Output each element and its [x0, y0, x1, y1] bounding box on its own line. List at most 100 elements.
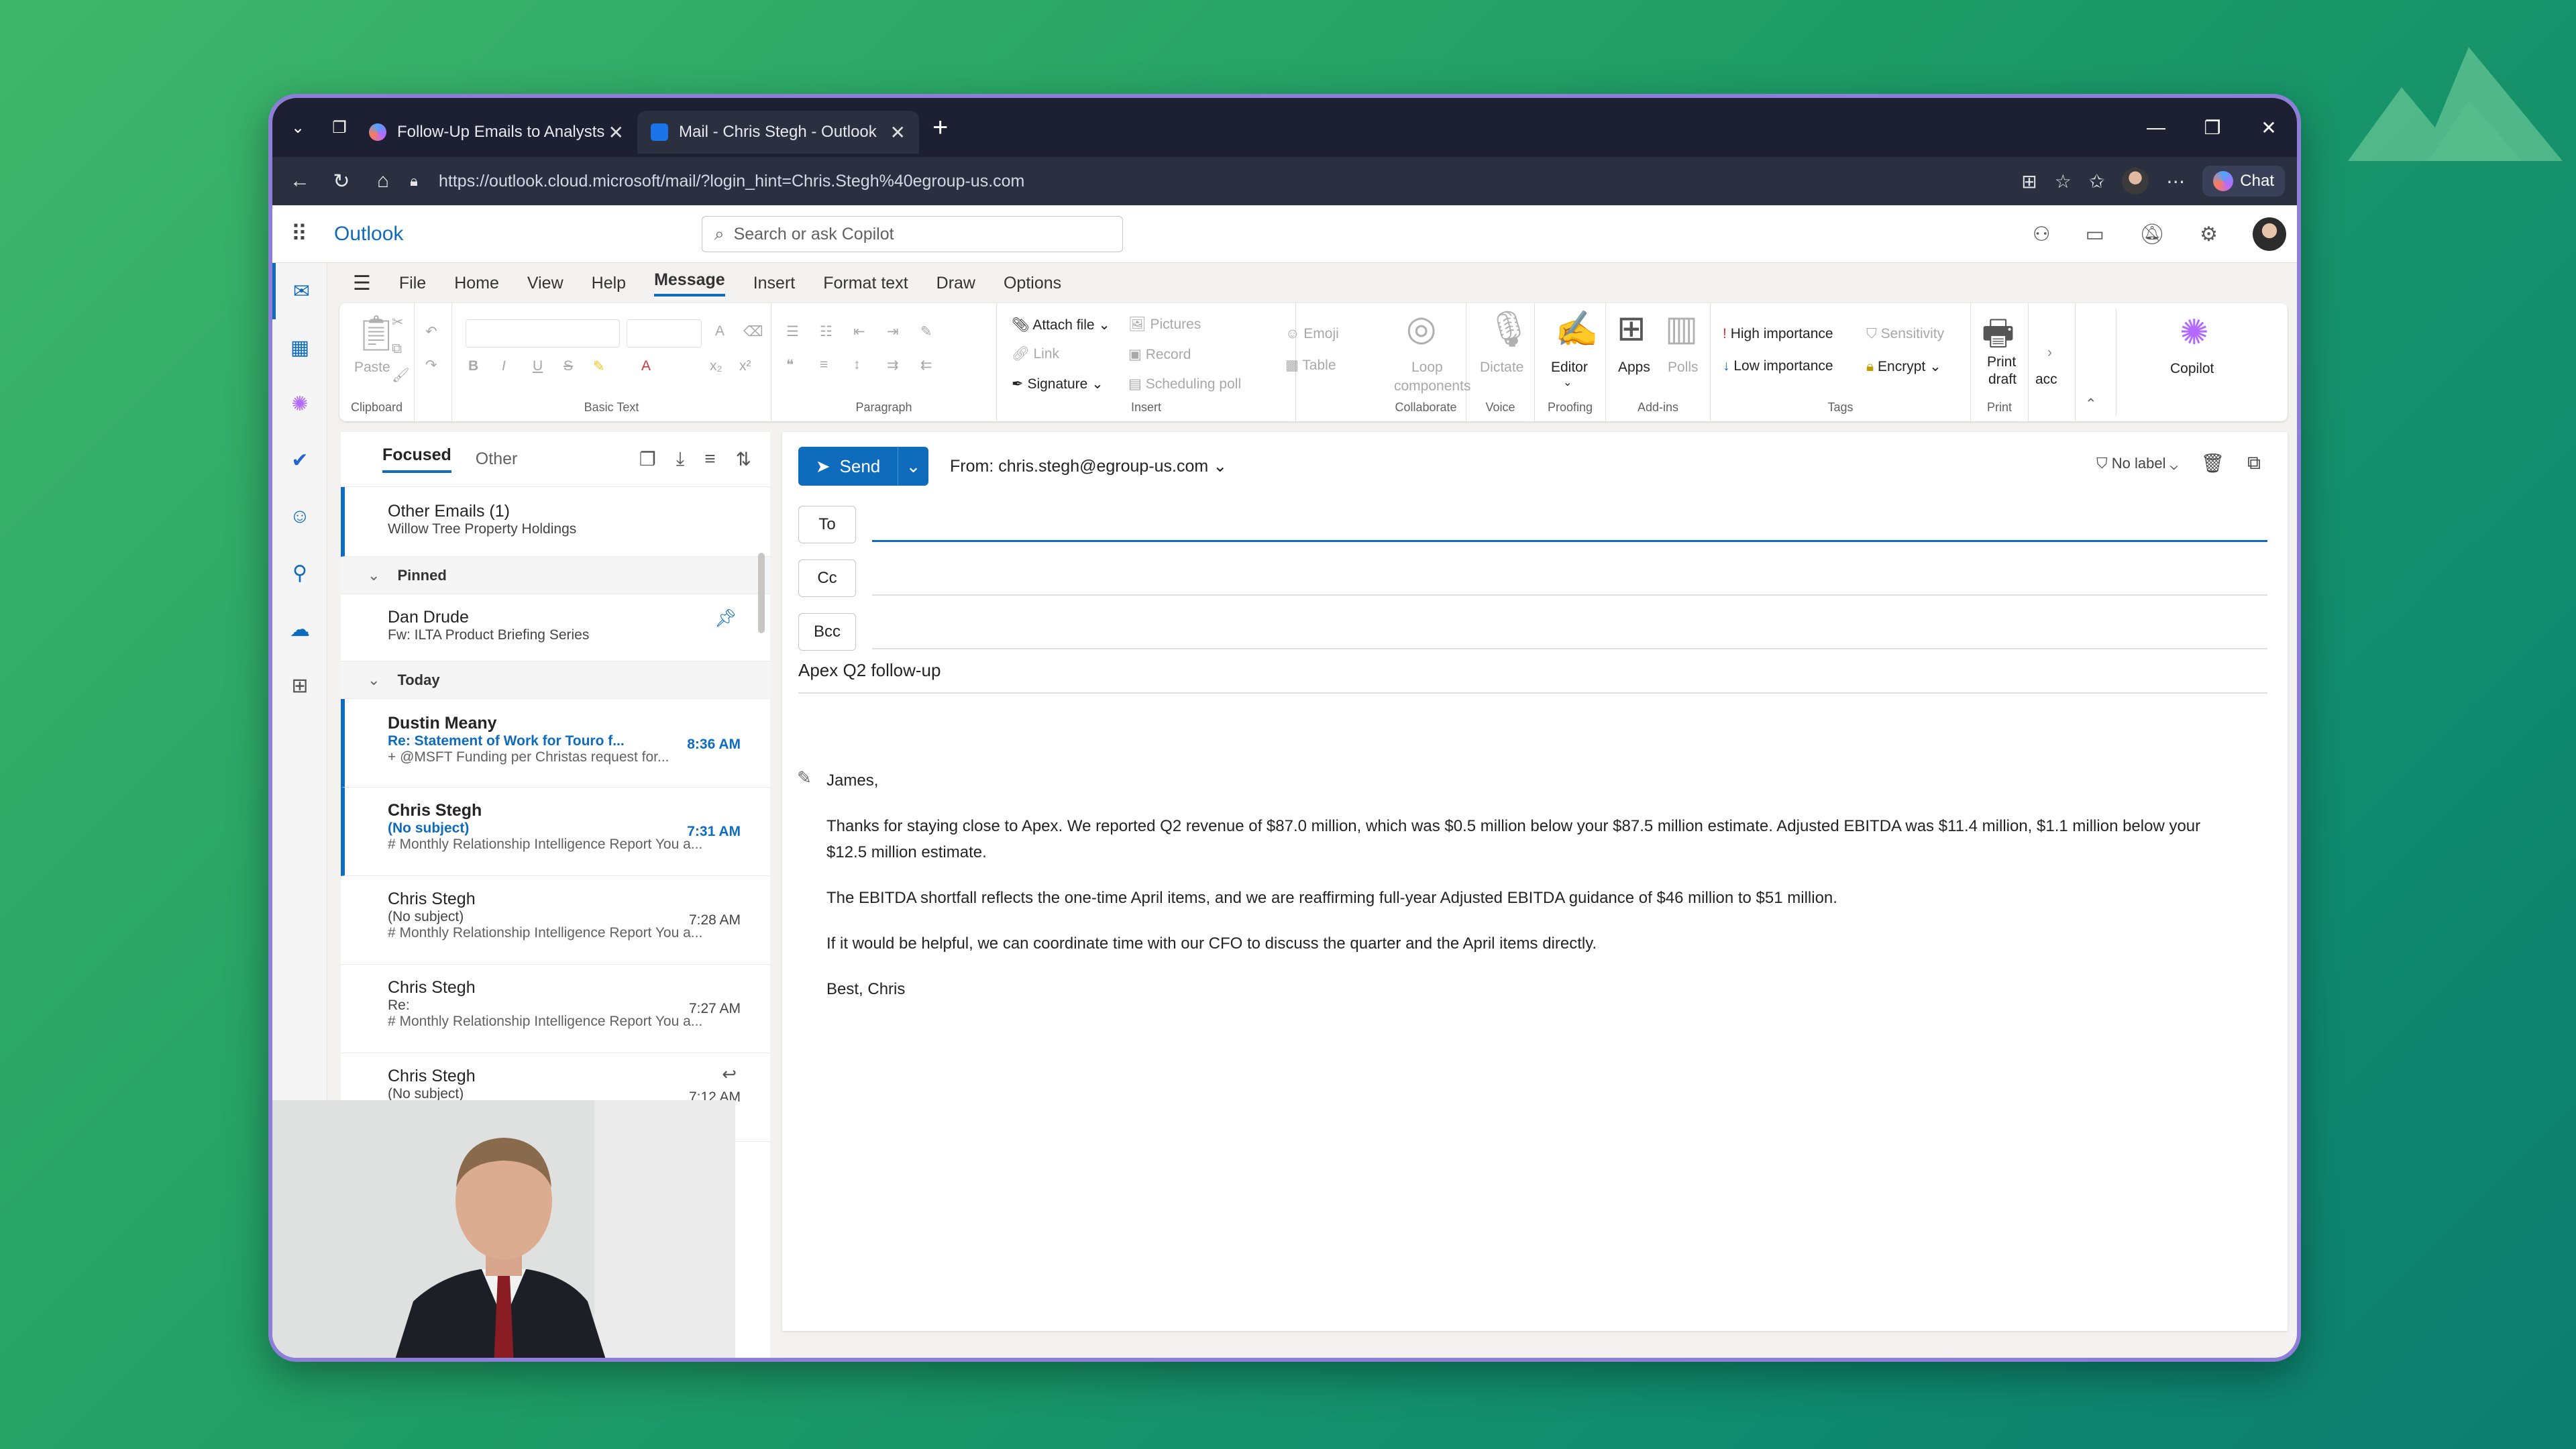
tab-outlook-mail[interactable]: Mail - Chris Stegh - Outlook ✕	[637, 111, 919, 154]
bcc-button[interactable]: Bcc	[798, 613, 856, 651]
message-body[interactable]: James, Thanks for staying close to Apex.…	[826, 767, 2235, 1022]
tab-draw[interactable]: Draw	[936, 274, 975, 293]
to-field[interactable]: To	[798, 506, 2267, 543]
increase-indent-icon[interactable]: ⇥	[887, 323, 899, 340]
copy-icon[interactable]: ⧉	[392, 341, 402, 357]
scheduling-poll-button[interactable]: ▤ Scheduling poll	[1128, 376, 1241, 392]
record-button[interactable]: ▣ Record	[1128, 346, 1191, 363]
chat-button[interactable]: Chat	[2202, 166, 2285, 197]
list-item[interactable]: Dustin Meany Re: Statement of Work for T…	[341, 699, 770, 788]
cc-input[interactable]	[872, 594, 2267, 596]
collapse-ribbon-icon[interactable]: ⌃	[2085, 396, 2097, 413]
superscript-icon[interactable]: x²	[739, 358, 751, 374]
select-icon[interactable]: ❐	[639, 448, 656, 470]
split-screen-icon[interactable]: ⊞	[2021, 170, 2037, 193]
url-field[interactable]: https://outlook.cloud.microsoft/mail/?lo…	[439, 172, 1024, 191]
people-icon[interactable]: ☺	[272, 488, 327, 545]
format-painter-icon[interactable]: 🖌︎	[392, 368, 410, 384]
favorites-icon[interactable]: ✩	[2089, 170, 2104, 193]
cut-icon[interactable]: ✂	[392, 314, 404, 331]
more-paragraph-icon[interactable]: ✎	[920, 323, 932, 340]
tab-actions-chevron-icon[interactable]: ⌄	[282, 111, 314, 144]
encrypt-button[interactable]: 🔒︎ Encrypt ⌄	[1866, 358, 1941, 375]
pictures-button[interactable]: 🖼︎ Pictures	[1128, 317, 1201, 333]
search-input[interactable]: ⌕ Search or ask Copilot	[702, 216, 1123, 252]
highlight-icon[interactable]: ✎	[593, 358, 605, 375]
loop-icon[interactable]: ◎	[1406, 309, 1436, 349]
line-spacing-icon[interactable]: ↕	[853, 357, 861, 373]
more-icon[interactable]: ⋯	[2166, 170, 2185, 193]
to-button[interactable]: To	[798, 506, 856, 543]
from-selector[interactable]: From: chris.stegh@egroup-us.com ⌄	[950, 456, 1227, 476]
pin-icon[interactable]: 📌︎	[714, 608, 737, 629]
sensitivity-label-selector[interactable]: ⛉ No label ⌄	[2096, 455, 2178, 472]
app-name[interactable]: Outlook	[334, 223, 403, 246]
link-button[interactable]: 🔗︎ Link	[1012, 346, 1059, 362]
italic-icon[interactable]: I	[502, 358, 506, 374]
numbering-icon[interactable]: ☷	[820, 323, 833, 340]
subscript-icon[interactable]: x₂	[710, 358, 722, 374]
tab-home[interactable]: Home	[454, 274, 499, 293]
favorite-star-icon[interactable]: ☆	[2055, 170, 2072, 193]
list-item[interactable]: Chris Stegh (No subject) 7:31 AM # Month…	[341, 788, 770, 876]
strikethrough-icon[interactable]: S	[564, 358, 573, 374]
cc-field[interactable]: Cc	[798, 559, 2267, 597]
rtl-icon[interactable]: ⇇	[920, 357, 932, 374]
apps-icon[interactable]: ⊞	[1617, 309, 1646, 349]
font-family-select[interactable]	[466, 319, 620, 347]
bullets-icon[interactable]: ☰	[786, 323, 799, 340]
font-color-icon[interactable]: A	[641, 358, 651, 374]
account-avatar[interactable]	[2253, 217, 2286, 251]
bcc-input[interactable]	[872, 648, 2267, 649]
today-header[interactable]: ⌄ Today	[341, 661, 770, 699]
refresh-icon[interactable]: ↻	[321, 170, 362, 193]
ribbon-scroll-icon[interactable]: ›	[2047, 345, 2052, 361]
list-scrollbar[interactable]	[758, 553, 765, 633]
mail-icon[interactable]: ✉	[272, 263, 327, 319]
onedrive-icon[interactable]: ☁	[272, 601, 327, 657]
lock-icon[interactable]: 🔒︎	[404, 172, 424, 190]
editor-icon[interactable]: ✍	[1555, 309, 1599, 350]
copilot-icon[interactable]: ✺	[272, 376, 327, 432]
send-options-chevron-icon[interactable]: ⌄	[898, 447, 928, 486]
copilot-draft-icon[interactable]: ✎	[797, 767, 812, 788]
notifications-icon[interactable]: 🔕︎	[2139, 223, 2165, 246]
other-emails-row[interactable]: Other Emails (1) Willow Tree Property Ho…	[341, 487, 770, 557]
bold-icon[interactable]: B	[468, 358, 478, 374]
underline-icon[interactable]: U	[533, 358, 543, 374]
new-tab-button[interactable]: +	[932, 113, 948, 143]
list-item[interactable]: Chris Stegh (No subject) 7:28 AM # Month…	[341, 876, 770, 965]
grow-font-icon[interactable]: A	[715, 323, 724, 339]
sensitivity-button[interactable]: ⛉ Sensitivity	[1866, 326, 1944, 342]
attach-file-button[interactable]: 📎︎ Attach file ⌄	[1012, 317, 1110, 333]
send-button[interactable]: ➤ Send ⌄	[798, 447, 928, 486]
list-item[interactable]: Chris Stegh Re: 7:27 AM # Monthly Relati…	[341, 965, 770, 1053]
more-apps-icon[interactable]: ⊞	[272, 657, 327, 714]
cc-button[interactable]: Cc	[798, 559, 856, 597]
table-button[interactable]: ▦ Table	[1285, 357, 1336, 374]
copilot-button[interactable]: ✺ Copilot	[2116, 309, 2284, 416]
sort-icon[interactable]: ⇅	[736, 448, 751, 470]
close-window-icon[interactable]: ✕	[2241, 117, 2297, 139]
tab-focused[interactable]: Focused	[382, 445, 451, 473]
close-tab-icon[interactable]: ✕	[890, 121, 906, 144]
tab-other[interactable]: Other	[476, 449, 518, 469]
emoji-button[interactable]: ☺ Emoji	[1285, 326, 1339, 342]
home-icon[interactable]: ⌂	[362, 170, 404, 193]
tab-file[interactable]: File	[399, 274, 426, 293]
minimize-icon[interactable]: —	[2128, 117, 2184, 138]
teams-icon[interactable]: ⚇	[2033, 223, 2051, 246]
tab-insert[interactable]: Insert	[753, 274, 796, 293]
list-item[interactable]: Dan Drude Fw: ILTA Product Briefing Seri…	[341, 594, 770, 661]
pop-out-icon[interactable]: ⧉	[2247, 452, 2261, 474]
subject-field[interactable]: Apex Q2 follow-up	[798, 660, 2267, 694]
hamburger-icon[interactable]: ☰	[353, 272, 371, 295]
org-explorer-icon[interactable]: ⚲	[272, 545, 327, 601]
high-importance-button[interactable]: ! High importance	[1723, 326, 1833, 342]
to-input[interactable]	[872, 540, 2267, 542]
app-launcher-icon[interactable]: ⠿	[272, 221, 326, 248]
signature-button[interactable]: ✒ Signature ⌄	[1012, 376, 1104, 392]
font-size-select[interactable]	[627, 319, 702, 347]
feedback-icon[interactable]: ▭	[2086, 223, 2104, 246]
clear-format-icon[interactable]: ⌫	[743, 323, 763, 340]
